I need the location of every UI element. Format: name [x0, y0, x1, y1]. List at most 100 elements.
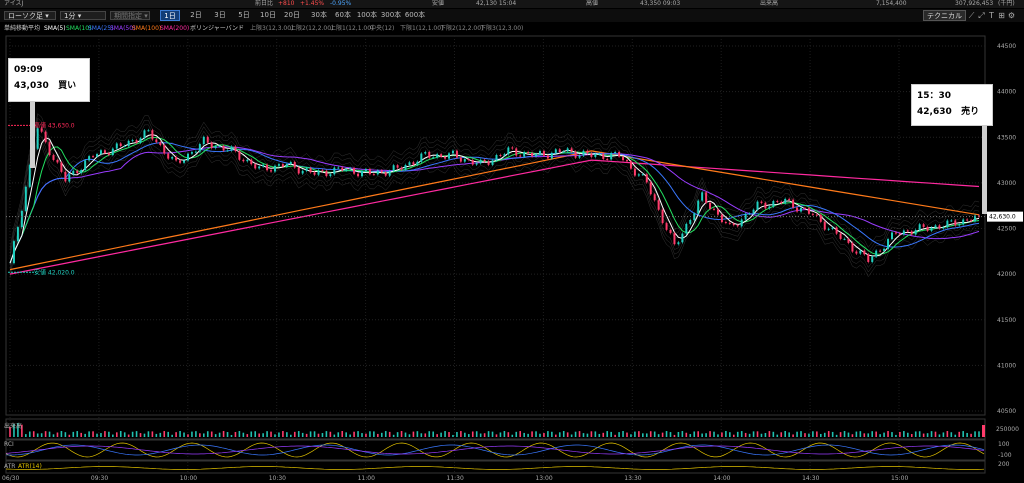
volume-axis-label: 250000 [996, 426, 1019, 433]
candle-body [455, 150, 458, 158]
candle-body [958, 224, 961, 226]
volume-bar [159, 432, 162, 437]
volume-bar [705, 433, 707, 437]
volume-bar [286, 432, 288, 437]
volume-bar [60, 431, 63, 437]
candle-body [582, 150, 585, 156]
volume-bar [796, 431, 798, 437]
candle-body [56, 159, 59, 163]
volume-bar [80, 432, 82, 437]
volume-bar [586, 433, 589, 437]
candle-body [317, 170, 320, 175]
candle-body [230, 146, 233, 151]
candle-body [448, 153, 451, 159]
volume-bar [515, 431, 518, 437]
candle-body [819, 214, 822, 222]
volume-bar [48, 431, 51, 437]
candle-body [384, 172, 387, 176]
candle-body [408, 162, 411, 165]
price-chart[interactable]: 40500 41000 41500 42000 42500 43000 43500 44000… [0, 0, 1024, 483]
volume-bar [551, 431, 553, 437]
candle-body [950, 220, 953, 222]
volume-bar [907, 432, 909, 437]
volume-bar [598, 433, 601, 437]
volume-bar [934, 431, 937, 437]
volume-bar [950, 432, 953, 437]
volume-bar [179, 431, 181, 437]
candle-body [111, 148, 114, 156]
candle-body [285, 164, 288, 167]
candle-body [459, 157, 462, 162]
sell-callout: 15：30 42,630 売り [911, 84, 993, 126]
candle-body [649, 182, 652, 195]
volume-bar [661, 432, 664, 437]
rci-panel-label: RCI [4, 441, 14, 448]
y-tick-label: 44000 [997, 89, 1016, 96]
candle-body [277, 164, 280, 166]
volume-bar [187, 434, 189, 437]
buy-callout-pointer [30, 102, 35, 168]
volume-bar [333, 434, 336, 437]
volume-bar [475, 431, 478, 437]
volume-bar [736, 431, 739, 437]
volume-bar [392, 434, 395, 437]
candle-body [709, 202, 712, 209]
y-tick-label: 43000 [997, 180, 1016, 187]
candle-body [68, 174, 71, 182]
candle-body [88, 156, 91, 161]
candle-body [863, 250, 866, 255]
candle-body [622, 156, 625, 161]
last-price-tag: 42,630.0 [989, 214, 1016, 221]
sell-callout-pointer [982, 126, 987, 214]
volume-bar [52, 434, 55, 437]
volume-bar [649, 431, 652, 437]
candle-body [942, 227, 945, 229]
volume-bar [713, 431, 715, 437]
volume-bar [677, 431, 680, 437]
candle-body [258, 166, 261, 169]
candle-body [883, 248, 886, 252]
candle-body [107, 153, 110, 156]
volume-bar [250, 431, 253, 437]
volume-bar [594, 431, 597, 437]
high-marker-label: 高値 43,630.0 [34, 121, 75, 129]
candle-body [380, 170, 383, 173]
volume-bar [131, 431, 134, 437]
candle-body [341, 167, 344, 171]
volume-bar [543, 433, 545, 437]
candle-body [12, 241, 15, 264]
volume-bar-last [982, 425, 985, 437]
candle-body [697, 200, 700, 214]
volume-bar [254, 431, 257, 437]
volume-bar [926, 433, 929, 437]
x-tick-label: 13:30 [624, 475, 641, 482]
volume-bar [570, 434, 573, 437]
candle-body [135, 140, 138, 143]
volume-bar [420, 433, 423, 437]
candle-body [665, 223, 668, 230]
sell-action: 売り [961, 107, 980, 117]
y-tick-label: 41500 [997, 317, 1016, 324]
volume-bar [369, 431, 371, 437]
candle-body [515, 148, 518, 156]
candle-body [705, 192, 708, 203]
buy-callout: 09:09 43,030 買い [8, 58, 90, 102]
volume-bar [574, 431, 577, 437]
y-tick-label: 44500 [997, 43, 1016, 50]
candle-body [855, 251, 858, 254]
candle-body [131, 140, 134, 142]
volume-bar [673, 434, 676, 437]
candle-body [123, 146, 126, 148]
low-marker-label: 安値 42,020.0 [34, 268, 75, 276]
volume-bar [404, 432, 407, 437]
candle-body [507, 147, 510, 155]
volume-bar [191, 431, 193, 437]
volume-bar [823, 432, 826, 437]
atr-panel-label: ATR [4, 463, 16, 470]
volume-bar [119, 431, 122, 437]
volume-bar [444, 431, 446, 437]
candle-body [467, 159, 470, 161]
volume-bar [843, 431, 846, 437]
candle-body [546, 155, 549, 159]
volume-bar [428, 431, 431, 437]
